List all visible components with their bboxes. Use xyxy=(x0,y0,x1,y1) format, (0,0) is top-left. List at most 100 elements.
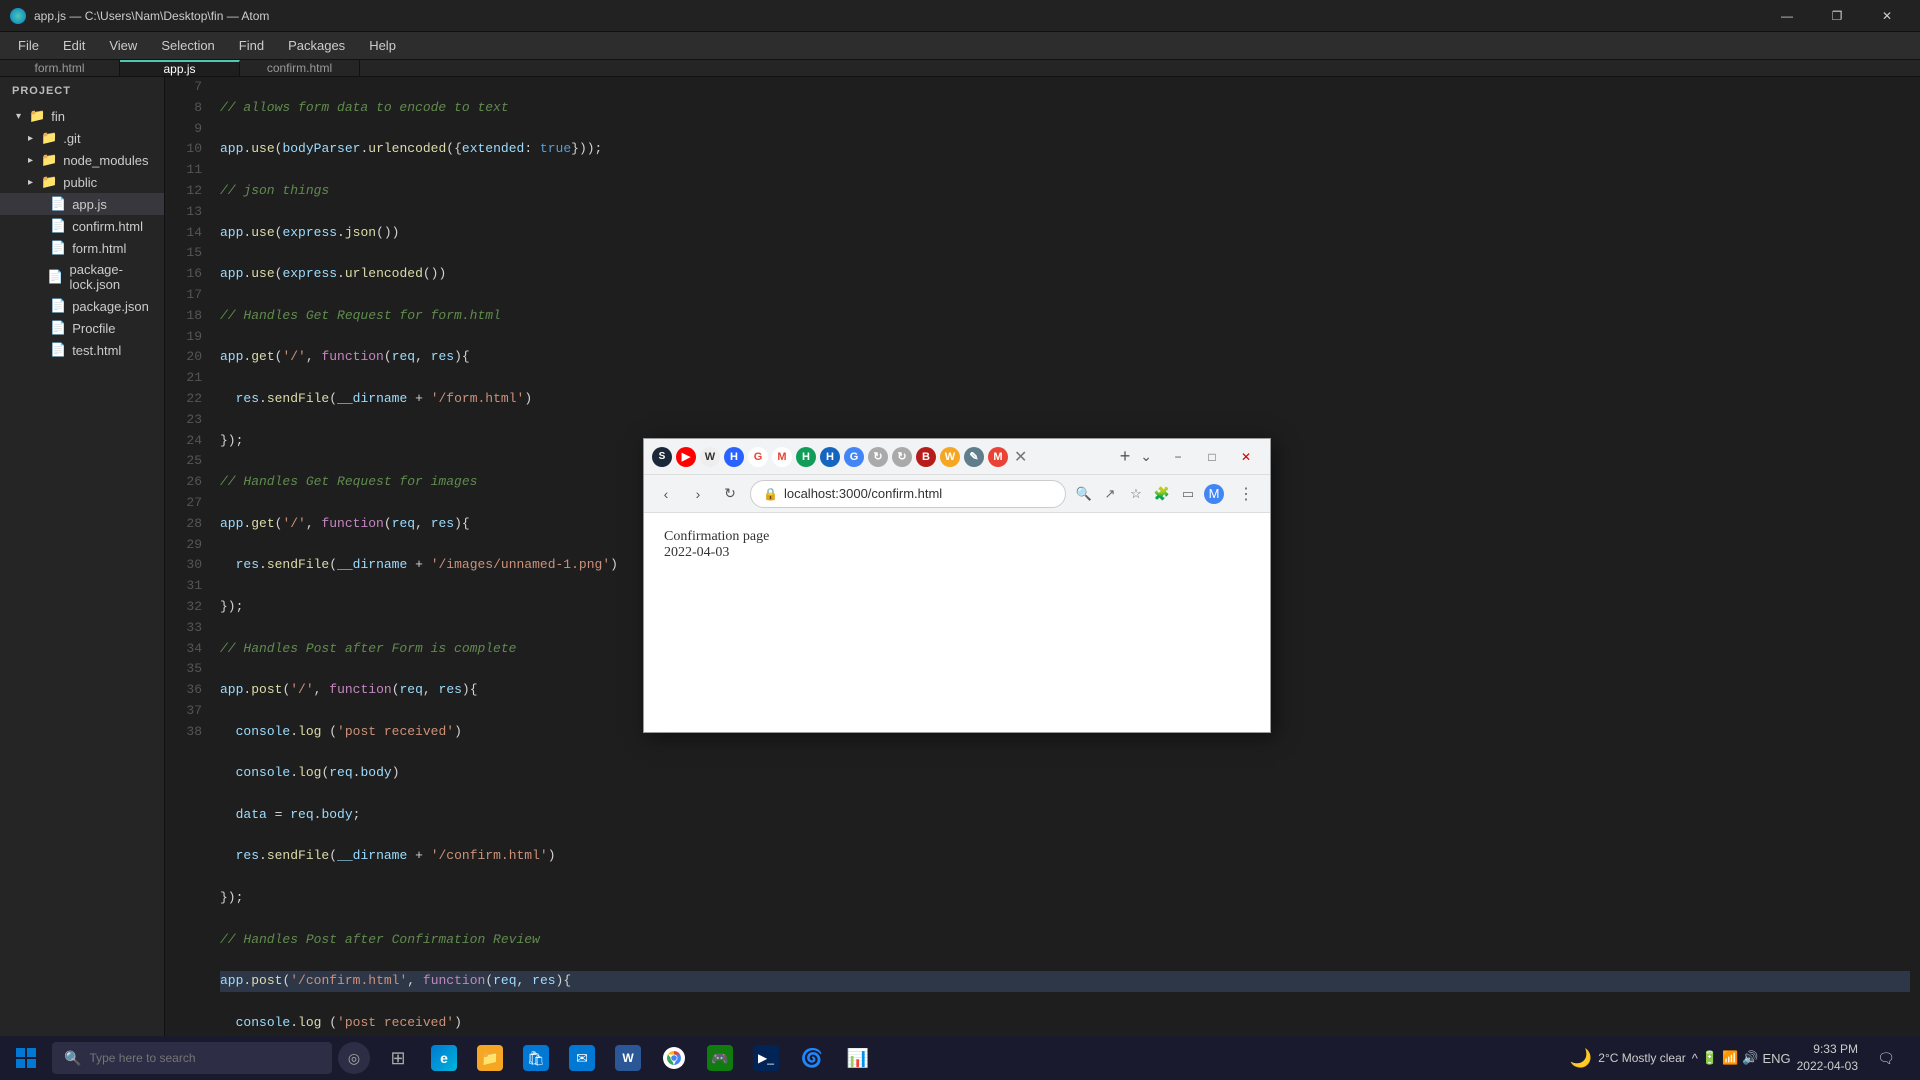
taskbar-explorer[interactable]: 📁 xyxy=(468,1036,512,1080)
system-tray: ^ 🔋 📶 🔊 ENG xyxy=(1692,1050,1791,1066)
browser-back-button[interactable]: ‹ xyxy=(654,482,678,506)
code-line-29: console.log ('post received') xyxy=(220,1013,1910,1034)
code-line-14: res.sendFile(__dirname + '/form.html') xyxy=(220,389,1910,410)
start-button[interactable] xyxy=(4,1036,48,1080)
clock[interactable]: 9:33 PM 2022-04-03 xyxy=(1797,1041,1858,1075)
tray-expand[interactable]: ^ xyxy=(1692,1051,1698,1066)
file-icon: 📄 xyxy=(50,320,66,336)
browser-url-bar[interactable]: 🔒 localhost:3000/confirm.html xyxy=(750,480,1066,508)
explorer-icon: 📁 xyxy=(477,1045,503,1071)
taskbar-task-view[interactable]: ⊞ xyxy=(376,1036,420,1080)
maximize-button[interactable]: ❐ xyxy=(1814,0,1860,32)
browser-tab-h3[interactable]: H xyxy=(820,447,840,467)
browser-tab-h2[interactable]: H xyxy=(796,447,816,467)
menu-view[interactable]: View xyxy=(99,34,147,57)
taskbar-mail[interactable]: ✉ xyxy=(560,1036,604,1080)
browser-bookmark-icon[interactable]: ☆ xyxy=(1126,484,1146,504)
browser-share-icon[interactable]: ↗ xyxy=(1100,484,1120,504)
taskbar-app-icons: ⊞ e 📁 🛍 ✉ W xyxy=(376,1036,880,1080)
browser-close-tab[interactable]: ✕ xyxy=(1014,447,1027,467)
search-input[interactable] xyxy=(89,1051,319,1065)
browser-tab-w[interactable]: W xyxy=(700,447,720,467)
sidebar-item-package-lock[interactable]: 📄 package-lock.json xyxy=(0,259,164,295)
browser-sidebar-icon[interactable]: ▭ xyxy=(1178,484,1198,504)
tab-form-html[interactable]: form.html xyxy=(0,60,120,76)
chevron-right-icon: ▸ xyxy=(28,133,33,144)
browser-maximize-button[interactable]: □ xyxy=(1196,443,1228,471)
sidebar-item-app-js[interactable]: 📄 app.js xyxy=(0,193,164,215)
edge-icon: e xyxy=(431,1045,457,1071)
taskbar-pinwheel[interactable]: 🌀 xyxy=(790,1036,834,1080)
pinwheel-icon: 🌀 xyxy=(799,1045,825,1071)
taskbar-gaming[interactable]: 🎮 xyxy=(698,1036,742,1080)
folder-icon: 📁 xyxy=(29,108,45,124)
browser-tab-r2[interactable]: ↻ xyxy=(892,447,912,467)
browser-lock-icon: 🔒 xyxy=(763,487,778,501)
menu-file[interactable]: File xyxy=(8,34,49,57)
app-logo xyxy=(10,8,26,24)
browser-minimize-button[interactable]: − xyxy=(1162,443,1194,471)
menu-find[interactable]: Find xyxy=(229,34,274,57)
title-bar-controls: — ❐ ✕ xyxy=(1764,0,1910,32)
code-line-11: app.use(express.urlencoded()) xyxy=(220,264,1910,285)
new-tab-button[interactable]: + xyxy=(1116,446,1135,467)
weather-text: 2°C Mostly clear xyxy=(1598,1051,1686,1065)
taskbar-right: 🌙 2°C Mostly clear ^ 🔋 📶 🔊 ENG 9:33 PM 2… xyxy=(1570,1036,1916,1080)
browser-forward-button[interactable]: › xyxy=(686,482,710,506)
confirmation-page-title: Confirmation page xyxy=(664,529,1250,545)
taskbar-terminal[interactable]: ▶_ xyxy=(744,1036,788,1080)
browser-tab-r1[interactable]: ↻ xyxy=(868,447,888,467)
cortana-button[interactable]: ◎ xyxy=(338,1042,370,1074)
browser-tab-wikiwand[interactable]: W xyxy=(940,447,960,467)
browser-content: Confirmation page 2022-04-03 xyxy=(644,513,1270,732)
chevron-down-icon: ▾ xyxy=(16,111,21,122)
browser-close-button[interactable]: ✕ xyxy=(1230,443,1262,471)
taskbar-unknown[interactable]: 📊 xyxy=(836,1036,880,1080)
browser-extension-icon[interactable]: 🧩 xyxy=(1152,484,1172,504)
taskbar-chrome[interactable] xyxy=(652,1036,696,1080)
browser-tab-h1[interactable]: H xyxy=(724,447,744,467)
browser-tab-brave[interactable]: B xyxy=(916,447,936,467)
sidebar-item-package[interactable]: 📄 package.json xyxy=(0,295,164,317)
browser-tab-google[interactable]: G xyxy=(844,447,864,467)
browser-tab-gmail2[interactable]: M xyxy=(988,447,1008,467)
sidebar-item-fin[interactable]: ▾ 📁 fin xyxy=(0,105,164,127)
menu-selection[interactable]: Selection xyxy=(151,34,224,57)
taskbar-edge[interactable]: e xyxy=(422,1036,466,1080)
tab-expand-button[interactable]: ⌄ xyxy=(1136,448,1156,465)
close-button[interactable]: ✕ xyxy=(1864,0,1910,32)
sidebar-item-node-modules[interactable]: ▸ 📁 node_modules xyxy=(0,149,164,171)
browser-reload-button[interactable]: ↻ xyxy=(718,482,742,506)
sidebar-item-form-html[interactable]: 📄 form.html xyxy=(0,237,164,259)
taskbar-word[interactable]: W xyxy=(606,1036,650,1080)
sidebar-item-git[interactable]: ▸ 📁 .git xyxy=(0,127,164,149)
browser-tab-youtube[interactable]: ▶ xyxy=(676,447,696,467)
notification-icon: 🗨 xyxy=(1877,1050,1895,1067)
volume-icon[interactable]: 🔊 xyxy=(1742,1050,1758,1066)
sidebar-item-label: confirm.html xyxy=(72,219,143,234)
minimize-button[interactable]: — xyxy=(1764,0,1810,32)
browser-search-icon[interactable]: 🔍 xyxy=(1074,484,1094,504)
tab-confirm-html[interactable]: confirm.html xyxy=(240,60,360,76)
sidebar-item-public[interactable]: ▸ 📁 public xyxy=(0,171,164,193)
notification-center[interactable]: 🗨 xyxy=(1864,1036,1908,1080)
sidebar-item-confirm-html[interactable]: 📄 confirm.html xyxy=(0,215,164,237)
menu-packages[interactable]: Packages xyxy=(278,34,355,57)
browser-tab-maps[interactable]: M xyxy=(772,447,792,467)
store-icon: 🛍 xyxy=(523,1045,549,1071)
code-line-8: app.use(bodyParser.urlencoded({extended:… xyxy=(220,139,1910,160)
weather-widget[interactable]: 🌙 2°C Mostly clear xyxy=(1570,1048,1686,1069)
browser-tab-pencil[interactable]: ✎ xyxy=(964,447,984,467)
taskbar-store[interactable]: 🛍 xyxy=(514,1036,558,1080)
tab-app-js[interactable]: app.js xyxy=(120,60,240,76)
browser-tab-steam[interactable]: S xyxy=(652,447,672,467)
browser-menu-button[interactable]: ⋮ xyxy=(1232,480,1260,508)
taskbar-search-bar[interactable]: 🔍 xyxy=(52,1042,332,1074)
sidebar-item-label: node_modules xyxy=(63,153,148,168)
browser-tab-g-mail[interactable]: G xyxy=(748,447,768,467)
menu-help[interactable]: Help xyxy=(359,34,406,57)
sidebar-item-test-html[interactable]: 📄 test.html xyxy=(0,339,164,361)
menu-edit[interactable]: Edit xyxy=(53,34,95,57)
sidebar-item-procfile[interactable]: 📄 Procfile xyxy=(0,317,164,339)
browser-profile-icon[interactable]: M xyxy=(1204,484,1224,504)
